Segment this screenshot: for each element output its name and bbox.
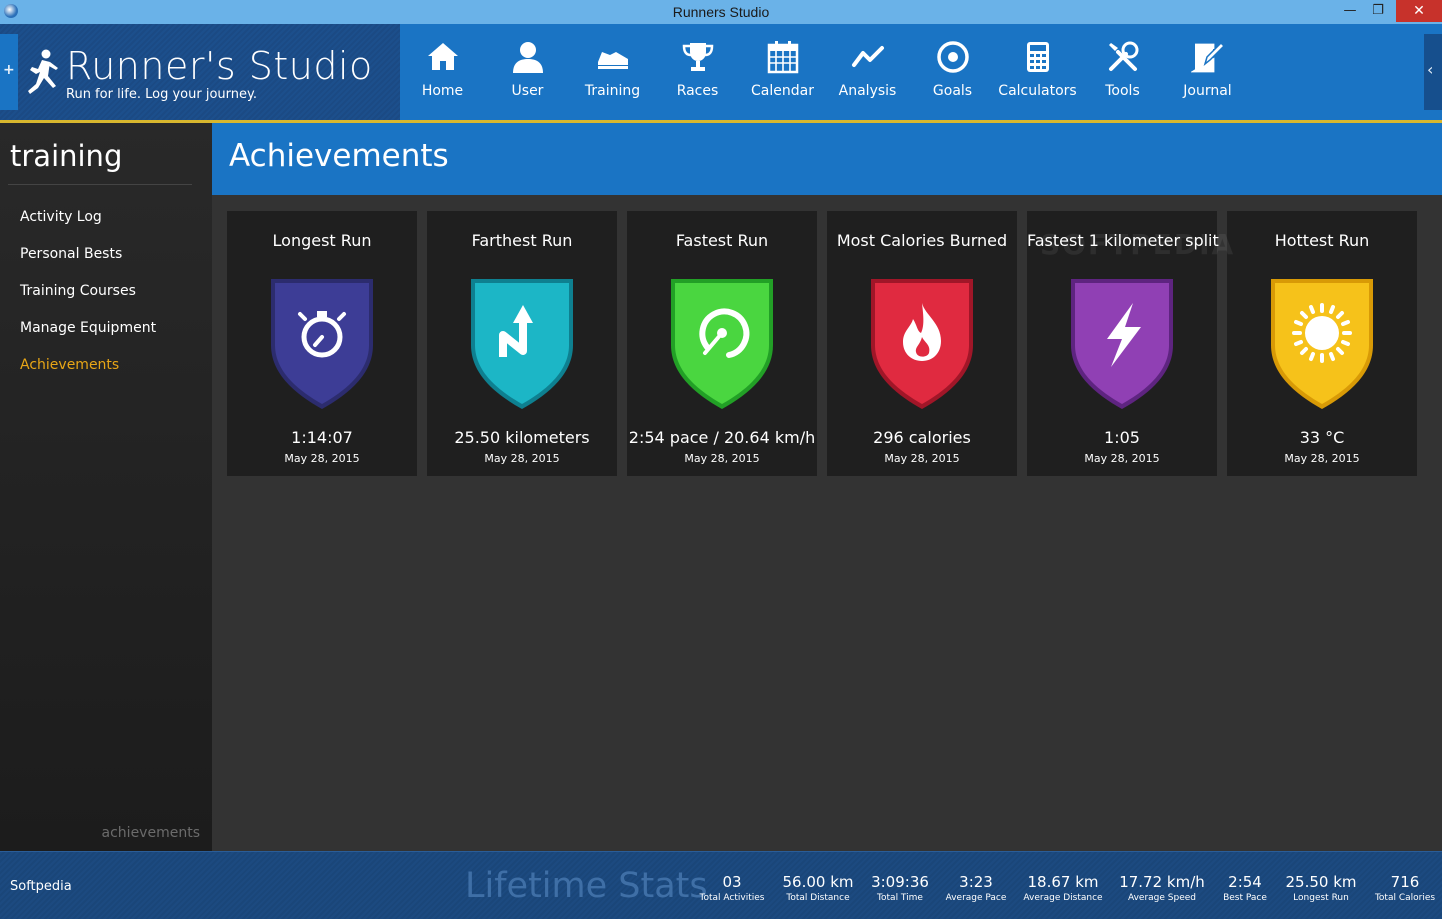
card-title: Hottest Run (1274, 231, 1370, 250)
journal-icon (1191, 41, 1225, 73)
maximize-button[interactable]: ❐ (1366, 0, 1390, 22)
achievement-card-farthest-run[interactable]: Farthest Run 25.50 kilometers May 28, 20… (427, 211, 617, 476)
sidebar-item-manage-equipment[interactable]: Manage Equipment (20, 320, 156, 336)
window-titlebar: Runners Studio — ❐ ✕ (0, 0, 1442, 24)
card-title: Farthest Run (471, 231, 573, 250)
nav-user[interactable]: User (485, 24, 570, 120)
card-value: 296 calories (873, 428, 971, 447)
footer-brand: Softpedia (10, 879, 72, 894)
sidebar-item-achievements[interactable]: Achievements (20, 357, 119, 373)
card-date: May 28, 2015 (284, 452, 360, 465)
sidebar-item-activity-log[interactable]: Activity Log (20, 209, 102, 225)
stopwatch-badge-icon (271, 279, 373, 409)
main-nav: Home User Training Races Calendar Analys… (400, 24, 1250, 120)
lifetime-stats-bar: Softpedia Lifetime Stats 03 Total Activi… (0, 851, 1442, 919)
route-arrow-badge-icon (471, 279, 573, 409)
brand-tagline: Run for life. Log your journey. (66, 87, 257, 102)
nav-home[interactable]: Home (400, 24, 485, 120)
stat-best-pace: 2:54 Best Pace (1223, 873, 1267, 903)
nav-tools[interactable]: Tools (1080, 24, 1165, 120)
sidebar-item-training-courses[interactable]: Training Courses (20, 283, 136, 299)
app-header: + Runner's Studio Run for life. Log your… (0, 24, 1442, 120)
plus-icon: + (3, 62, 15, 78)
nav-races[interactable]: Races (655, 24, 740, 120)
nav-training[interactable]: Training (570, 24, 655, 120)
card-value: 33 °C (1299, 428, 1345, 447)
home-icon (428, 43, 458, 70)
achievement-card-hottest-run[interactable]: Hottest Run 33 °C May 28, 2015 (1227, 211, 1417, 476)
collapse-tab[interactable]: ‹ (1424, 34, 1442, 110)
stat-total-calories: 716 Total Calories (1374, 873, 1436, 903)
stat-total-time: 3:09:36 Total Time (871, 873, 929, 903)
stat-longest-run: 25.50 km Longest Run (1285, 873, 1357, 903)
card-date: May 28, 2015 (684, 452, 760, 465)
tools-icon (1109, 41, 1139, 71)
nav-journal[interactable]: Journal (1165, 24, 1250, 120)
lifetime-stats-title: Lifetime Stats (465, 866, 708, 906)
achievement-card-most-calories[interactable]: Most Calories Burned 296 calories May 28… (827, 211, 1017, 476)
card-date: May 28, 2015 (484, 452, 560, 465)
watermark: SOFTPEDIA (1040, 228, 1236, 261)
stat-total-activities: 03 Total Activities (699, 873, 765, 903)
sidebar-section-title: training (10, 139, 123, 173)
page-title: Achievements (229, 138, 449, 174)
card-value: 1:05 (1104, 428, 1140, 447)
achievement-card-fastest-run[interactable]: Fastest Run 2:54 pace / 20.64 km/h May 2… (627, 211, 817, 476)
calculator-icon (1027, 42, 1049, 72)
card-date: May 28, 2015 (884, 452, 960, 465)
nav-calendar[interactable]: Calendar (740, 24, 825, 120)
sidebar-item-personal-bests[interactable]: Personal Bests (20, 246, 122, 262)
card-value: 25.50 kilometers (454, 428, 590, 447)
card-date: May 28, 2015 (1284, 452, 1360, 465)
minimize-button[interactable]: — (1338, 0, 1362, 22)
achievement-cards: Longest Run 1:14:07 May 28, 2015 Farthes… (227, 211, 1417, 476)
card-value: 1:14:07 (291, 428, 353, 447)
card-value: 2:54 pace / 20.64 km/h (628, 428, 816, 447)
sidebar: training Activity Log Personal Bests Tra… (0, 123, 212, 851)
card-title: Most Calories Burned (836, 231, 1008, 250)
runner-logo-icon (28, 49, 58, 94)
lightning-badge-icon (1071, 279, 1173, 409)
close-button[interactable]: ✕ (1396, 0, 1442, 22)
calendar-icon (767, 41, 799, 74)
nav-goals[interactable]: Goals (910, 24, 995, 120)
target-icon (937, 41, 969, 73)
stat-total-distance: 56.00 km Total Distance (782, 873, 854, 903)
chevron-left-icon: ‹ (1427, 60, 1434, 79)
sun-badge-icon (1271, 279, 1373, 409)
window-title: Runners Studio (672, 4, 770, 20)
brand-name: Runner's Studio (66, 44, 373, 88)
sidebar-context-label: achievements (101, 825, 200, 841)
nav-analysis[interactable]: Analysis (825, 24, 910, 120)
stat-average-speed: 17.72 km/h Average Speed (1119, 873, 1205, 903)
trend-icon (852, 46, 884, 67)
flame-badge-icon (871, 279, 973, 409)
achievement-card-longest-run[interactable]: Longest Run 1:14:07 May 28, 2015 (227, 211, 417, 476)
nav-calculators[interactable]: Calculators (995, 24, 1080, 120)
stat-average-distance: 18.67 km Average Distance (1023, 873, 1103, 903)
trophy-icon (682, 43, 714, 71)
sidebar-divider (8, 184, 192, 185)
user-icon (513, 42, 543, 73)
brand-panel: + Runner's Studio Run for life. Log your… (0, 24, 400, 120)
page-header: Achievements (212, 123, 1442, 195)
card-date: May 28, 2015 (1084, 452, 1160, 465)
expand-tab[interactable]: + (0, 34, 18, 110)
card-title: Fastest Run (675, 231, 769, 250)
stat-average-pace: 3:23 Average Pace (945, 873, 1007, 903)
card-title: Longest Run (272, 231, 372, 250)
speedometer-badge-icon (671, 279, 773, 409)
shoe-icon (598, 52, 628, 69)
